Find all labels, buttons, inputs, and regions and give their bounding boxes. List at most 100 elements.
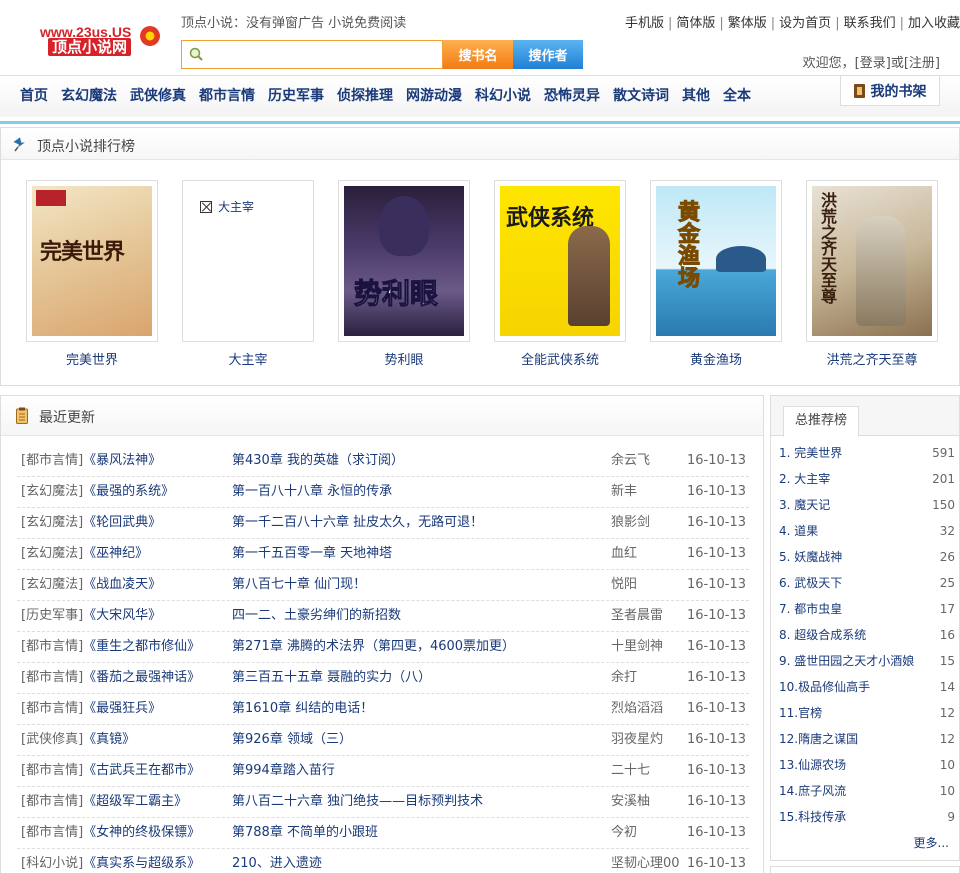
- update-book-link[interactable]: 《真镜》: [83, 732, 135, 747]
- ranking-book[interactable]: 武侠系统 全能武侠系统: [494, 180, 626, 368]
- nav-item-detective[interactable]: 侦探推理: [337, 86, 393, 106]
- book-title-link[interactable]: 全能武侠系统: [494, 349, 626, 368]
- update-row: [玄幻魔法]《轮回武典》 第一千二百八十六章 扯皮太久，无路可退！ 狼影剑 16…: [17, 508, 749, 539]
- recommend-book-link[interactable]: 8. 超级合成系统: [779, 622, 866, 648]
- nav-item-other[interactable]: 其他: [682, 86, 710, 106]
- update-chapter-link[interactable]: 第926章 领域（三）: [232, 725, 352, 755]
- book-title-link[interactable]: 势利眼: [338, 349, 470, 368]
- separator: |: [899, 16, 904, 31]
- book-title-link[interactable]: 大主宰: [182, 349, 314, 368]
- update-book-link[interactable]: 《女神的终极保镖》: [83, 825, 200, 840]
- recommend-book-link[interactable]: 14.庶子风流: [779, 778, 846, 804]
- book-cover-image[interactable]: 势利眼: [344, 186, 464, 336]
- update-book-link[interactable]: 《古武兵王在都市》: [83, 763, 200, 778]
- toplink-set-homepage[interactable]: 设为首页: [779, 16, 831, 31]
- recommend-book-link[interactable]: 7. 都市虫皇: [779, 596, 842, 622]
- ranking-book[interactable]: 大主宰 大主宰: [182, 180, 314, 368]
- update-chapter-link[interactable]: 第八百七十章 仙门现！: [232, 570, 366, 600]
- recommend-count: 201: [932, 472, 955, 486]
- book-cover-image[interactable]: 完美世界: [32, 186, 152, 336]
- update-chapter-link[interactable]: 第一千二百八十六章 扯皮太久，无路可退！: [232, 508, 483, 538]
- update-book-link[interactable]: 《超级军工霸主》: [83, 794, 187, 809]
- update-chapter-link[interactable]: 四一二、土豪劣绅们的新招数: [232, 601, 401, 631]
- nav-item-urban[interactable]: 都市言情: [199, 86, 255, 106]
- book-title-link[interactable]: 洪荒之齐天至尊: [806, 349, 938, 368]
- update-chapter-link[interactable]: 第三百五十五章 聂融的实力（八）: [232, 663, 431, 693]
- search-by-title-button[interactable]: 搜书名: [443, 40, 513, 69]
- recommend-book-link[interactable]: 2. 大主宰: [779, 466, 830, 492]
- ranking-book[interactable]: 势利眼 势利眼: [338, 180, 470, 368]
- book-cover-image[interactable]: 洪荒之齐天至尊: [812, 186, 932, 336]
- recommend-rank: 6.: [779, 576, 791, 590]
- recommend-book-link[interactable]: 4. 道果: [779, 518, 818, 544]
- update-book-link[interactable]: 《番茄之最强神话》: [83, 670, 200, 685]
- book-cover-image[interactable]: 黄金渔场: [656, 186, 776, 336]
- tab-total-recommend[interactable]: 总推荐榜: [783, 406, 859, 437]
- nav-item-history[interactable]: 历史军事: [268, 86, 324, 106]
- nav-item-game[interactable]: 网游动漫: [406, 86, 462, 106]
- update-book-link[interactable]: 《真实系与超级系》: [83, 856, 200, 871]
- recommend-book-link[interactable]: 10.极品修仙高手: [779, 674, 870, 700]
- update-chapter-link[interactable]: 第1610章 纠结的电话！: [232, 694, 373, 724]
- nav-item-scifi[interactable]: 科幻小说: [475, 86, 531, 106]
- nav-item-horror[interactable]: 恐怖灵异: [544, 86, 600, 106]
- recommend-count: 10: [939, 784, 955, 798]
- ranking-book[interactable]: 黄金渔场 黄金渔场: [650, 180, 782, 368]
- toplink-contact[interactable]: 联系我们: [844, 16, 896, 31]
- recommend-book-link[interactable]: 6. 武极天下: [779, 570, 842, 596]
- update-category-book: [玄幻魔法]《轮回武典》: [21, 508, 161, 538]
- update-chapter-link[interactable]: 第一千五百零一章 天地神塔: [232, 539, 392, 569]
- more-link[interactable]: 更多...: [914, 834, 949, 851]
- login-link[interactable]: [登录]: [855, 56, 891, 71]
- nav-item-home[interactable]: 首页: [20, 86, 48, 106]
- nav-item-complete[interactable]: 全本: [723, 86, 751, 106]
- recommend-book-link[interactable]: 3. 魔天记: [779, 492, 830, 518]
- ranking-book[interactable]: 完美世界 完美世界: [26, 180, 158, 368]
- update-book-link[interactable]: 《轮回武典》: [83, 515, 161, 530]
- update-chapter-link[interactable]: 第271章 沸腾的术法界（第四更，4600票加更）: [232, 632, 515, 662]
- book-cover-frame: 势利眼: [338, 180, 470, 342]
- recommend-book-link[interactable]: 1. 完美世界: [779, 440, 842, 466]
- update-chapter-link[interactable]: 第八百二十六章 独门绝技——目标预判技术: [232, 787, 483, 817]
- recommend-book-link[interactable]: 13.仙源农场: [779, 752, 846, 778]
- recommend-book-link[interactable]: 5. 妖魔战神: [779, 544, 842, 570]
- update-chapter-link[interactable]: 第430章 我的英雄（求订阅）: [232, 446, 404, 476]
- book-title-link[interactable]: 完美世界: [26, 349, 158, 368]
- my-bookshelf-button[interactable]: 我的书架: [840, 76, 940, 106]
- update-chapter-link[interactable]: 第788章 不简单的小跟班: [232, 818, 378, 848]
- book-cover-image[interactable]: 武侠系统: [500, 186, 620, 336]
- recommend-book-link[interactable]: 9. 盛世田园之天才小酒娘: [779, 648, 914, 674]
- update-book-link[interactable]: 《战血凌天》: [83, 577, 161, 592]
- search-input[interactable]: [181, 40, 443, 69]
- update-book-link[interactable]: 《重生之都市修仙》: [83, 639, 200, 654]
- site-logo[interactable]: www.23us.US 顶点小说网: [40, 24, 162, 58]
- update-book-link[interactable]: 《大宋风华》: [83, 608, 161, 623]
- toplink-traditional[interactable]: 繁体版: [728, 16, 767, 31]
- update-chapter-link[interactable]: 第994章踏入苗行: [232, 756, 335, 786]
- recommend-book-link[interactable]: 15.科技传承: [779, 804, 846, 830]
- update-book-link[interactable]: 《最强的系统》: [83, 484, 174, 499]
- update-book-link[interactable]: 《最强狂兵》: [83, 701, 161, 716]
- toplink-simplified[interactable]: 简体版: [676, 16, 715, 31]
- book-title-link[interactable]: 黄金渔场: [650, 349, 782, 368]
- recommend-book-link[interactable]: 12.隋唐之谋国: [779, 726, 858, 752]
- nav-item-fantasy[interactable]: 玄幻魔法: [61, 86, 117, 106]
- book-cover-image[interactable]: 大主宰: [188, 186, 308, 336]
- book-cover-frame: 黄金渔场: [650, 180, 782, 342]
- toplink-favorite[interactable]: 加入收藏: [908, 16, 960, 31]
- update-book-link[interactable]: 《巫神纪》: [83, 546, 148, 561]
- update-book-link[interactable]: 《暴风法神》: [83, 453, 161, 468]
- update-date: 16-10-13: [687, 639, 747, 654]
- ranking-book[interactable]: 洪荒之齐天至尊 洪荒之齐天至尊: [806, 180, 938, 368]
- search-by-author-button[interactable]: 搜作者: [513, 40, 583, 69]
- nav-item-poetry[interactable]: 散文诗词: [613, 86, 669, 106]
- recommend-book-name: 极品修仙高手: [798, 680, 871, 694]
- toplink-mobile[interactable]: 手机版: [625, 16, 664, 31]
- register-link[interactable]: [注册]: [904, 56, 940, 71]
- recommend-rank: 9.: [779, 654, 791, 668]
- recommend-count: 15: [939, 654, 955, 668]
- nav-item-wuxia[interactable]: 武侠修真: [130, 86, 186, 106]
- update-chapter-link[interactable]: 第一百八十八章 永恒的传承: [232, 477, 392, 507]
- update-chapter-link[interactable]: 210、进入遗迹: [232, 849, 322, 873]
- recommend-book-link[interactable]: 11.官榜: [779, 700, 822, 726]
